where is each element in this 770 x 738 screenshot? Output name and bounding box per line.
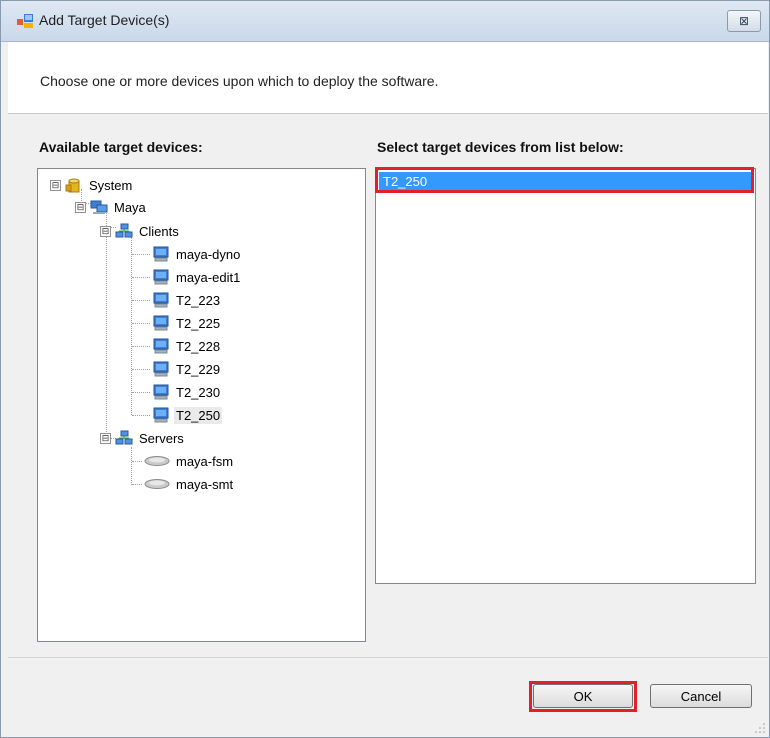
available-devices-label: Available target devices: — [39, 139, 203, 155]
title-bar: Add Target Device(s) ⊠ — [1, 1, 769, 42]
add-target-devices-dialog: Add Target Device(s) ⊠ Choose one or mor… — [0, 0, 770, 738]
tree-node-label: T2_228 — [176, 338, 221, 354]
tree-node-label: maya-smt — [176, 476, 234, 492]
tree-node-clients[interactable]: ⊟ Clients — [100, 221, 181, 241]
tree-node-client[interactable]: T2_223 — [132, 290, 222, 310]
tree-node-client[interactable]: T2_225 — [132, 313, 222, 333]
computer-icon — [153, 338, 169, 354]
computers-icon — [90, 200, 108, 214]
select-devices-label: Select target devices from list below: — [377, 139, 624, 155]
cancel-button[interactable]: Cancel — [650, 684, 752, 708]
tree-node-label: System — [89, 177, 133, 193]
tree-node-label: T2_223 — [176, 292, 221, 308]
tree-node-client[interactable]: maya-edit1 — [132, 267, 242, 287]
tree-connector — [132, 414, 150, 416]
instruction-header: Choose one or more devices upon which to… — [8, 42, 768, 114]
network-group-icon — [115, 430, 133, 445]
computer-icon — [153, 269, 169, 285]
collapse-toggle[interactable]: ⊟ — [100, 225, 111, 237]
tree-node-client[interactable]: T2_230 — [132, 382, 222, 402]
tree-node-label: T2_229 — [176, 361, 221, 377]
tree-connector — [132, 322, 150, 324]
tree-node-label: maya-fsm — [176, 453, 234, 469]
tree-connector — [132, 483, 142, 485]
computer-icon — [153, 384, 169, 400]
tree-connector — [132, 253, 150, 255]
computer-icon — [153, 407, 169, 423]
tree-node-label: T2_225 — [176, 315, 221, 331]
list-item[interactable]: T2_250 — [379, 172, 751, 192]
tree-node-system[interactable]: ⊟ System — [50, 175, 134, 195]
tree-node-label: T2_250 — [174, 406, 223, 424]
tree-node-servers[interactable]: ⊟ Servers — [100, 428, 186, 448]
close-button[interactable]: ⊠ — [727, 10, 761, 32]
instruction-text: Choose one or more devices upon which to… — [40, 73, 439, 89]
database-icon — [65, 178, 80, 193]
server-disk-icon — [144, 456, 170, 466]
tree-node-client-selected[interactable]: T2_250 — [132, 405, 223, 425]
tree-connector — [132, 391, 150, 393]
resize-grip-icon[interactable] — [755, 723, 765, 733]
computer-icon — [153, 315, 169, 331]
tree-node-label: Clients — [139, 223, 179, 239]
tree-node-server[interactable]: maya-smt — [132, 474, 235, 494]
tree-connector — [132, 299, 150, 301]
tree-node-client[interactable]: maya-dyno — [132, 244, 242, 264]
network-group-icon — [115, 223, 133, 238]
tree-connector — [106, 213, 107, 438]
close-icon: ⊠ — [738, 14, 750, 28]
tree-node-label: maya-edit1 — [176, 269, 241, 285]
tree-node-server[interactable]: maya-fsm — [132, 451, 235, 471]
tree-node-label: Maya — [114, 199, 146, 215]
tree-node-client[interactable]: T2_229 — [132, 359, 222, 379]
app-icon — [17, 14, 33, 28]
footer-divider — [8, 657, 768, 658]
computer-icon — [153, 246, 169, 262]
collapse-toggle[interactable]: ⊟ — [50, 179, 61, 191]
tree-connector — [132, 460, 142, 462]
tree-node-label: Servers — [139, 430, 184, 446]
tree-connector — [132, 276, 150, 278]
tree-connector — [132, 368, 150, 370]
server-disk-icon — [144, 479, 170, 489]
computer-icon — [153, 361, 169, 377]
available-devices-tree[interactable]: ⊟ System ⊟ Maya ⊟ Clients maya-dyno maya… — [37, 168, 366, 642]
ok-button[interactable]: OK — [533, 684, 633, 708]
computer-icon — [153, 292, 169, 308]
collapse-toggle[interactable]: ⊟ — [75, 201, 86, 213]
tree-connector — [132, 345, 150, 347]
window-title: Add Target Device(s) — [39, 12, 170, 28]
tree-node-maya[interactable]: ⊟ Maya — [75, 197, 148, 217]
tree-node-label: T2_230 — [176, 384, 221, 400]
selected-devices-list[interactable]: T2_250 — [375, 168, 756, 584]
tree-node-client[interactable]: T2_228 — [132, 336, 222, 356]
collapse-toggle[interactable]: ⊟ — [100, 432, 111, 444]
tree-node-label: maya-dyno — [176, 246, 241, 262]
